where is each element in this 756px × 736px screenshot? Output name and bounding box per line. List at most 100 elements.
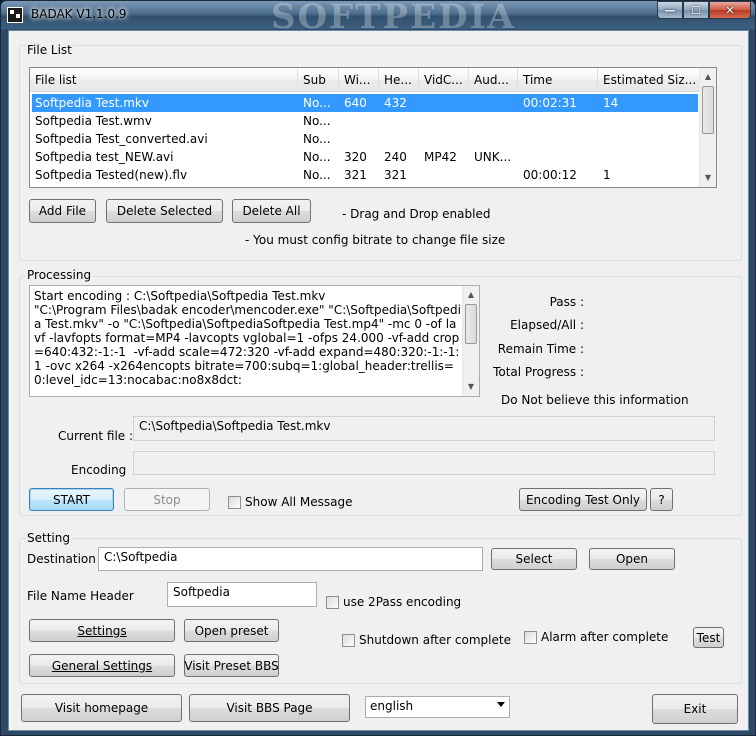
file-list-header: File list Sub Wi... He... VidC... Aud...…	[30, 68, 700, 92]
file-row[interactable]: Softpedia test_NEW.avi No... 320 240 MP4…	[32, 148, 698, 166]
sub-cell: No...	[303, 168, 331, 182]
alarm-after-complete-label: Alarm after complete	[541, 630, 669, 644]
width-cell	[341, 130, 381, 148]
file-list-scrollbar[interactable]: ▲ ▼	[699, 68, 716, 187]
title-bar[interactable]: BADAK V1.1.0.9 SOFTPEDIA — ☐ ✕	[1, 0, 755, 37]
checkbox-box[interactable]	[326, 595, 339, 609]
file-name-cell: Softpedia Test_converted.avi	[35, 132, 208, 146]
column-header-file-list[interactable]: File list	[30, 68, 298, 92]
exit-button[interactable]: Exit	[652, 694, 738, 724]
language-selected-value: english	[370, 699, 414, 713]
app-window: BADAK V1.1.0.9 SOFTPEDIA — ☐ ✕ File List…	[0, 0, 756, 736]
scroll-down-arrow-icon[interactable]: ▼	[463, 378, 479, 395]
language-select[interactable]: english	[365, 696, 510, 718]
close-icon: ✕	[725, 3, 735, 17]
delete-all-button[interactable]: Delete All	[232, 199, 311, 223]
video-codec-cell: MP42	[424, 150, 457, 164]
checkbox-box[interactable]	[342, 633, 355, 647]
maximize-icon: ☐	[691, 3, 701, 17]
time-cell	[520, 130, 600, 148]
height-cell: 240	[384, 150, 407, 164]
shutdown-after-complete-checkbox[interactable]: Shutdown after complete	[342, 633, 511, 647]
shutdown-after-complete-label: Shutdown after complete	[359, 633, 511, 647]
estimated-size-cell: 1	[603, 168, 611, 182]
video-codec-cell	[421, 166, 471, 184]
file-row[interactable]: Softpedia Test.mkv No... 640 432 00:02:3…	[32, 94, 698, 112]
help-button[interactable]: ?	[650, 488, 673, 511]
bitrate-note: - You must config bitrate to change file…	[245, 233, 506, 247]
maximize-button[interactable]: ☐	[683, 1, 709, 19]
column-header-time[interactable]: Time	[518, 68, 598, 92]
start-button[interactable]: START	[29, 488, 114, 511]
encoding-test-only-button[interactable]: Encoding Test Only	[519, 488, 647, 511]
window-title: BADAK V1.1.0.9	[31, 7, 127, 21]
file-name-header-label: File Name Header	[27, 589, 134, 603]
settings-button[interactable]: Settings	[29, 619, 175, 642]
stop-button[interactable]: Stop	[124, 488, 210, 511]
visit-homepage-button[interactable]: Visit homepage	[21, 694, 182, 722]
select-destination-button[interactable]: Select	[491, 548, 577, 570]
alarm-after-complete-checkbox[interactable]: Alarm after complete	[524, 630, 668, 644]
setting-group-label: Setting	[26, 531, 71, 545]
file-list-view[interactable]: File list Sub Wi... He... VidC... Aud...…	[29, 67, 717, 188]
open-preset-button[interactable]: Open preset	[184, 619, 279, 642]
encoding-label: Encoding	[71, 463, 127, 477]
processing-group-label: Processing	[26, 268, 93, 282]
scroll-down-arrow-icon[interactable]: ▼	[700, 169, 716, 186]
open-destination-button[interactable]: Open	[589, 548, 675, 570]
audio-cell	[471, 130, 520, 148]
close-button[interactable]: ✕	[709, 1, 751, 19]
delete-selected-button[interactable]: Delete Selected	[106, 199, 223, 223]
column-header-video-codec[interactable]: VidC...	[419, 68, 469, 92]
checkbox-box[interactable]	[228, 495, 241, 509]
disclaimer-text: Do Not believe this information	[501, 393, 689, 407]
width-cell	[341, 112, 381, 130]
time-cell	[520, 148, 600, 166]
file-row[interactable]: Softpedia Tested(new).flv No... 321 321 …	[32, 166, 698, 184]
file-name-cell: Softpedia Test.wmv	[35, 114, 152, 128]
current-file-field: C:\Softpedia\Softpedia Test.mkv	[133, 416, 715, 441]
height-cell: 432	[384, 96, 407, 110]
estimated-size-cell	[600, 148, 698, 166]
scroll-up-arrow-icon[interactable]: ▲	[700, 68, 716, 85]
audio-cell	[471, 112, 520, 130]
chevron-down-icon[interactable]	[497, 702, 505, 707]
destination-input[interactable]: C:\Softpedia	[98, 547, 483, 571]
scroll-up-arrow-icon[interactable]: ▲	[463, 286, 479, 303]
sub-cell: No...	[303, 96, 331, 110]
time-cell: 00:00:12	[523, 168, 577, 182]
app-icon	[7, 7, 23, 23]
show-all-message-label: Show All Message	[245, 495, 353, 509]
minimize-button[interactable]: —	[657, 1, 683, 19]
use-2pass-encoding-checkbox[interactable]: use 2Pass encoding	[326, 595, 461, 609]
add-file-button[interactable]: Add File	[29, 199, 96, 223]
file-row[interactable]: Softpedia Test.wmv No...	[32, 112, 698, 130]
column-header-audio[interactable]: Aud...	[469, 68, 518, 92]
column-header-sub[interactable]: Sub	[298, 68, 339, 92]
test-alarm-button[interactable]: Test	[693, 627, 724, 648]
height-cell: 321	[384, 168, 407, 182]
video-codec-cell	[421, 94, 471, 112]
encoding-log[interactable]: Start encoding : C:\Softpedia\Softpedia …	[29, 285, 480, 397]
sub-cell: No...	[303, 132, 331, 146]
audio-cell	[471, 94, 520, 112]
show-all-message-checkbox[interactable]: Show All Message	[228, 495, 352, 509]
general-settings-button-label: General Settings	[51, 658, 153, 673]
file-name-cell: Softpedia test_NEW.avi	[35, 150, 174, 164]
visit-bbs-page-button[interactable]: Visit BBS Page	[189, 694, 350, 722]
checkbox-box[interactable]	[524, 630, 537, 644]
file-name-cell: Softpedia Tested(new).flv	[35, 168, 188, 182]
scrollbar-thumb[interactable]	[465, 304, 477, 344]
visit-preset-bbs-button[interactable]: Visit Preset BBS	[184, 654, 279, 677]
column-header-height[interactable]: He...	[379, 68, 419, 92]
general-settings-button[interactable]: General Settings	[29, 654, 175, 677]
column-header-estimated-size[interactable]: Estimated Siz...	[598, 68, 700, 92]
time-cell: 00:02:31	[523, 96, 577, 110]
video-codec-cell	[421, 112, 471, 130]
file-name-header-input[interactable]: Softpedia	[167, 582, 317, 607]
column-header-width[interactable]: Wi...	[339, 68, 379, 92]
elapsed-label: Elapsed/All :	[510, 318, 584, 332]
log-scrollbar[interactable]: ▲ ▼	[462, 286, 479, 396]
file-row[interactable]: Softpedia Test_converted.avi No...	[32, 130, 698, 148]
scrollbar-thumb[interactable]	[702, 86, 714, 134]
